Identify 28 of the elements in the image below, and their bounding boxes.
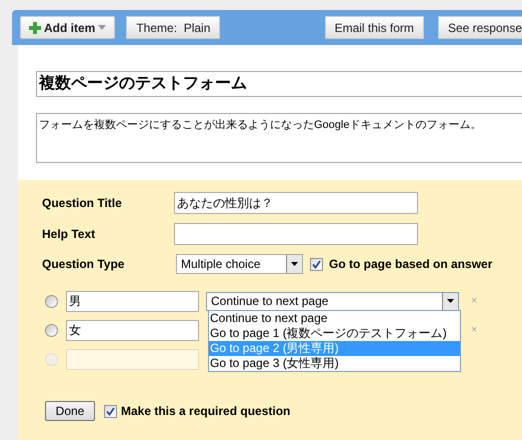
- radio-button[interactable]: [45, 294, 58, 308]
- radio-button[interactable]: [45, 324, 58, 336]
- form-title-field[interactable]: 複数ページのテストフォーム: [36, 71, 522, 97]
- plus-icon: [29, 22, 41, 34]
- dropdown-option[interactable]: Go to page 3 (女性専用): [209, 356, 460, 371]
- dropdown-option[interactable]: Go to page 1 (複数ページのテストフォーム): [209, 326, 460, 341]
- see-responses-button[interactable]: See response: [438, 16, 522, 39]
- checkbox[interactable]: [310, 258, 323, 270]
- form-description-field[interactable]: フォームを複数ページにすることが出来るようになったGoogleドキュメントのフォーム。: [36, 113, 522, 163]
- checkbox[interactable]: [104, 404, 117, 418]
- choice-field[interactable]: 女: [66, 320, 199, 340]
- question-type-select[interactable]: Multiple choice: [176, 254, 303, 274]
- theme-button[interactable]: Theme: Plain: [126, 16, 220, 39]
- email-form-button[interactable]: Email this form: [324, 16, 424, 39]
- caret-icon: [98, 25, 106, 30]
- field-label: Help Text: [42, 226, 96, 243]
- done-button[interactable]: Done: [45, 401, 95, 421]
- page-select[interactable]: Continue to next page: [206, 292, 459, 310]
- field-label: Question Type: [42, 256, 126, 273]
- choice-field[interactable]: 男: [66, 290, 199, 312]
- checkbox-label: Go to page based on answer: [329, 256, 492, 273]
- question-title-field[interactable]: あなたの性別は？: [174, 192, 418, 214]
- new-choice-field[interactable]: [66, 348, 199, 370]
- dropdown-option[interactable]: Continue to next page: [209, 311, 460, 326]
- help-text-field[interactable]: [174, 223, 418, 245]
- add-item-button[interactable]: Add item: [20, 16, 116, 39]
- checkbox-label: Make this a required question: [121, 403, 290, 420]
- field-label: Question Title: [42, 195, 123, 212]
